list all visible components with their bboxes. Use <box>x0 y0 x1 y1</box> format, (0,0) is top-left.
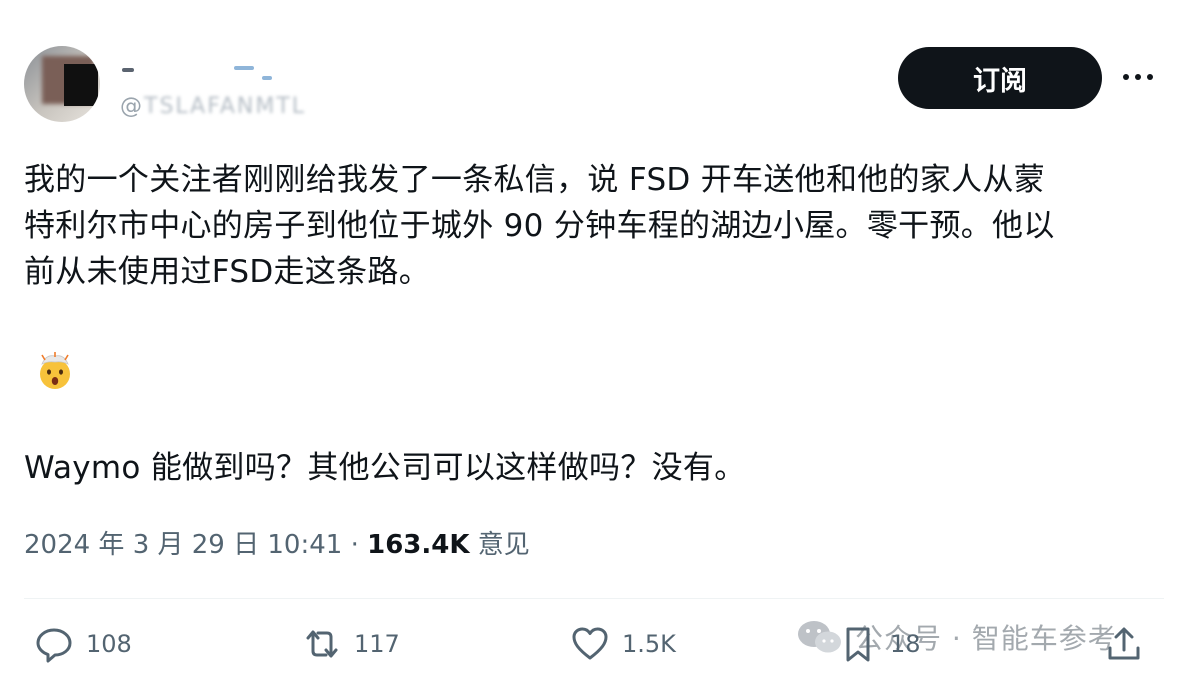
share-icon <box>1108 627 1140 660</box>
views-count: 163.4K <box>367 530 470 560</box>
user-handle[interactable]: @TSLAFANMTL <box>120 94 306 119</box>
retweet-count: 117 <box>354 630 400 658</box>
bookmark-count: 18 <box>890 630 921 658</box>
heart-icon <box>572 627 608 660</box>
tweet-text: 我的一个关注者刚刚给我发了一条私信，说 FSD 开车送他和他的家人从蒙 特利尔市… <box>24 162 1055 290</box>
subscribe-button[interactable]: 订阅 <box>898 47 1102 109</box>
share-button[interactable] <box>1104 620 1144 668</box>
divider <box>24 598 1164 599</box>
like-count: 1.5K <box>622 630 676 658</box>
tweet-meta: 2024 年 3 月 29 日 10:41 · 163.4K 意见 <box>24 525 530 565</box>
timestamp[interactable]: 2024 年 3 月 29 日 10:41 <box>24 530 342 560</box>
reply-count: 108 <box>86 630 132 658</box>
retweet-button[interactable]: 117 <box>302 620 400 668</box>
views-label: 意见 <box>469 530 530 560</box>
tweet-text-second-paragraph: Waymo 能做到吗？其他公司可以这样做吗？没有。 <box>24 450 746 486</box>
like-button[interactable]: 1.5K <box>570 620 676 668</box>
display-name-redacted[interactable] <box>122 62 272 84</box>
reply-icon <box>36 628 72 663</box>
handle-text-blurred: TSLAFANMTL <box>144 94 307 119</box>
meta-separator: · <box>342 530 368 560</box>
retweet-icon <box>306 630 338 658</box>
handle-at: @ <box>120 94 144 119</box>
bookmark-icon <box>846 627 870 662</box>
avatar-redaction-block <box>64 64 98 106</box>
avatar[interactable] <box>24 46 100 122</box>
more-options-icon[interactable] <box>1118 62 1158 92</box>
reply-button[interactable]: 108 <box>34 620 132 668</box>
bookmark-button[interactable]: 18 <box>838 620 921 668</box>
exploding-head-emoji <box>40 352 70 389</box>
